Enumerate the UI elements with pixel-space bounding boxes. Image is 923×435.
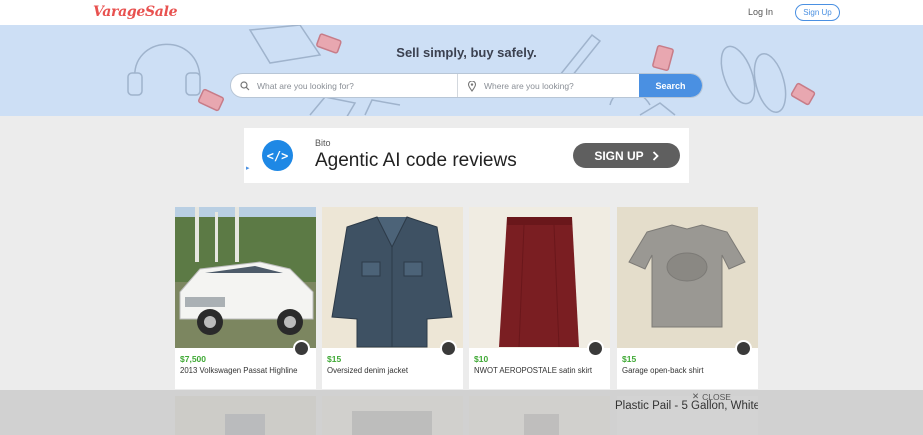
listing-card[interactable]: $15 Oversized denim jacket — [322, 207, 463, 389]
search-button[interactable]: Search — [639, 74, 702, 97]
listing-title[interactable]: 2013 Volkswagen Passat Highline — [180, 366, 297, 375]
signup-button[interactable]: Sign Up — [795, 4, 840, 21]
listing-card[interactable]: $15 Garage open-back shirt — [617, 207, 758, 389]
listing-title[interactable]: NWOT AEROPOSTALE satin skirt — [474, 366, 592, 375]
listing-image[interactable] — [175, 207, 316, 348]
ad-cta-label: SIGN UP — [594, 148, 644, 163]
chevron-right-icon — [652, 150, 659, 161]
ad-choices-icon[interactable]: ▸ — [246, 164, 250, 172]
search-where-placeholder: Where are you looking? — [484, 80, 574, 91]
listing-price: $15 — [327, 354, 342, 364]
hero-illustration — [127, 25, 816, 116]
listing-card[interactable]: $10 NWOT AEROPOSTALE satin skirt — [469, 207, 610, 389]
listing-image[interactable] — [617, 207, 758, 348]
search-what-placeholder: What are you looking for? — [257, 80, 354, 91]
listing-card[interactable]: $7,500 2013 Volkswagen Passat Highline — [175, 207, 316, 389]
listing-price: $10 — [474, 354, 489, 364]
hero-banner: Sell simply, buy safely. What are you lo… — [0, 25, 923, 116]
top-nav: VarageSale Log In Sign Up — [0, 0, 923, 25]
listing-price: $7,500 — [180, 354, 206, 364]
seller-avatar[interactable] — [293, 340, 310, 357]
ad-headline: Agentic AI code reviews — [315, 150, 517, 171]
code-brackets-icon: </> — [262, 140, 293, 171]
hero-tagline: Sell simply, buy safely. — [396, 45, 537, 60]
seller-avatar[interactable] — [735, 340, 752, 357]
varagesale-logo[interactable]: VarageSale — [93, 4, 178, 20]
seller-avatar[interactable] — [587, 340, 604, 357]
bottom-ad-overlay — [0, 390, 923, 435]
search-where-input[interactable]: Where are you looking? — [458, 74, 639, 97]
ad-signup-button[interactable]: SIGN UP — [573, 143, 680, 168]
listing-price: $15 — [622, 354, 637, 364]
bottom-ad-text[interactable]: Plastic Pail - 5 Gallon, White — [615, 400, 758, 412]
search-icon — [240, 81, 250, 91]
location-pin-icon — [467, 81, 477, 92]
seller-avatar[interactable] — [440, 340, 457, 357]
search-what-input[interactable]: What are you looking for? — [231, 74, 458, 97]
listing-title[interactable]: Oversized denim jacket — [327, 366, 408, 375]
listing-image[interactable] — [322, 207, 463, 348]
ad-banner[interactable]: </> Bito Agentic AI code reviews SIGN UP… — [244, 128, 689, 183]
login-link[interactable]: Log In — [748, 7, 773, 17]
listing-title[interactable]: Garage open-back shirt — [622, 366, 703, 375]
search-bar: What are you looking for? Where are you … — [230, 73, 703, 98]
listing-image[interactable] — [469, 207, 610, 348]
ad-brand: Bito — [315, 138, 331, 148]
